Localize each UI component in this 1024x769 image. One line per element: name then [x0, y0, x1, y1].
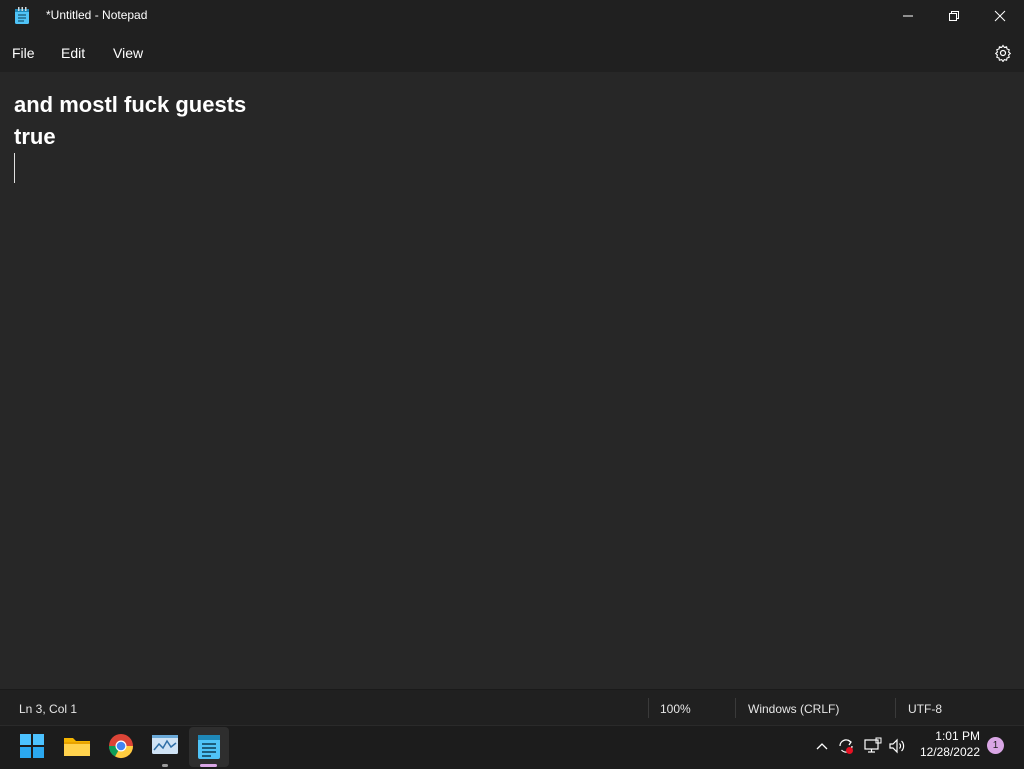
network-icon[interactable]: [863, 736, 883, 756]
notification-badge[interactable]: 1: [987, 737, 1004, 754]
menu-bar: File Edit View: [0, 32, 1024, 72]
file-explorer-icon[interactable]: [63, 733, 91, 761]
editor-line-1: and mostl fuck guests: [14, 92, 247, 117]
taskbar: 1:01 PM 12/28/2022 1: [0, 725, 1024, 769]
encoding: UTF-8: [908, 702, 942, 716]
editor-line-2: true: [14, 124, 56, 149]
volume-icon[interactable]: [887, 736, 907, 756]
start-icon[interactable]: [19, 733, 47, 761]
close-icon: [994, 10, 1006, 22]
status-bar: Ln 3, Col 1 100% Windows (CRLF) UTF-8: [0, 689, 1024, 726]
window-title: *Untitled - Notepad: [46, 8, 148, 22]
restore-button[interactable]: [931, 0, 977, 32]
minimize-icon: [903, 15, 913, 17]
chevron-up-icon[interactable]: [812, 736, 832, 756]
clock-date[interactable]: 12/28/2022: [920, 745, 980, 759]
menu-file[interactable]: File: [12, 45, 35, 61]
close-button[interactable]: [977, 0, 1023, 32]
chrome-icon[interactable]: [107, 732, 135, 760]
notepad-app-icon: [14, 7, 30, 25]
sync-icon[interactable]: [836, 736, 856, 756]
title-bar: *Untitled - Notepad: [0, 0, 1024, 32]
text-editor[interactable]: and mostl fuck guests true: [0, 72, 1024, 689]
clock-time[interactable]: 1:01 PM: [935, 729, 980, 743]
menu-view[interactable]: View: [113, 45, 143, 61]
settings-gear-icon[interactable]: [994, 44, 1012, 63]
task-manager-icon[interactable]: [151, 733, 179, 761]
status-divider: [895, 698, 896, 718]
minimize-button[interactable]: [885, 0, 931, 32]
text-caret: [14, 153, 15, 183]
zoom-level: 100%: [660, 702, 691, 716]
running-indicator: [162, 764, 168, 767]
restore-icon: [949, 11, 959, 21]
notepad-icon[interactable]: [196, 732, 224, 760]
active-indicator: [200, 764, 217, 767]
status-divider: [648, 698, 649, 718]
status-divider: [735, 698, 736, 718]
menu-edit[interactable]: Edit: [61, 45, 85, 61]
line-ending: Windows (CRLF): [748, 702, 840, 716]
cursor-position: Ln 3, Col 1: [19, 702, 78, 716]
